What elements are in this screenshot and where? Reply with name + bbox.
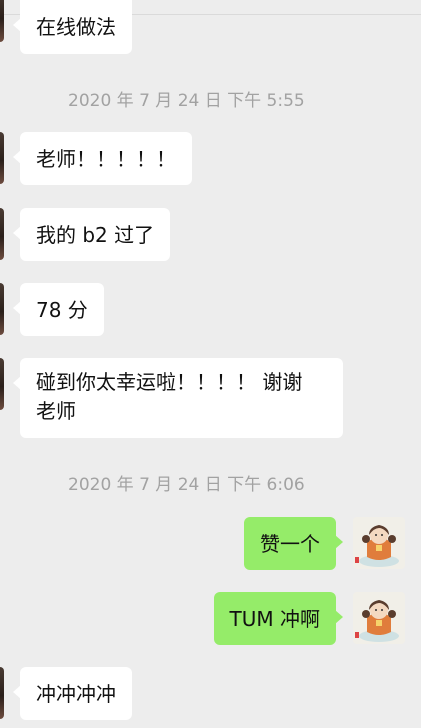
message-text: 78 分 (36, 297, 88, 322)
message-bubble[interactable]: 78 分 (13, 283, 104, 336)
message-bubble[interactable]: 赞一个 (244, 517, 343, 570)
message-text-line: 碰到你太幸运啦！！！！ 谢谢 (36, 370, 303, 394)
message-text: 在线做法 (36, 15, 116, 39)
message-bubble[interactable]: 在线做法 (13, 0, 132, 54)
message-text: TUM 冲啊 (229, 606, 320, 631)
message-text: 老师！！！！！ (36, 146, 176, 171)
message-bubble[interactable]: 碰到你太幸运啦！！！！ 谢谢 老师 (13, 358, 343, 438)
contact-avatar-icon[interactable] (0, 208, 4, 260)
message-bubble[interactable]: 老师！！！！！ (13, 132, 192, 185)
timestamp: 2020 年 7 月 24 日 下午 6:06 (68, 475, 305, 495)
contact-avatar-icon[interactable] (0, 667, 4, 719)
self-avatar-icon[interactable] (353, 517, 405, 569)
message-text: 我的 b2 过了 (36, 222, 155, 247)
message-bubble[interactable]: 我的 b2 过了 (12, 208, 171, 261)
message-text: 冲冲冲冲 (36, 681, 116, 706)
message-bubble[interactable]: TUM 冲啊 (213, 592, 344, 645)
contact-avatar-icon[interactable] (0, 358, 4, 410)
message-text: 赞一个 (260, 531, 320, 556)
contact-avatar-icon[interactable] (0, 0, 4, 42)
contact-avatar-icon[interactable] (0, 283, 4, 335)
contact-avatar-icon[interactable] (0, 132, 4, 184)
self-avatar-icon[interactable] (353, 592, 405, 644)
timestamp: 2020 年 7 月 24 日 下午 5:55 (68, 91, 305, 111)
message-bubble[interactable]: 冲冲冲冲 (13, 667, 132, 720)
message-text-line: 老师 (36, 399, 76, 423)
